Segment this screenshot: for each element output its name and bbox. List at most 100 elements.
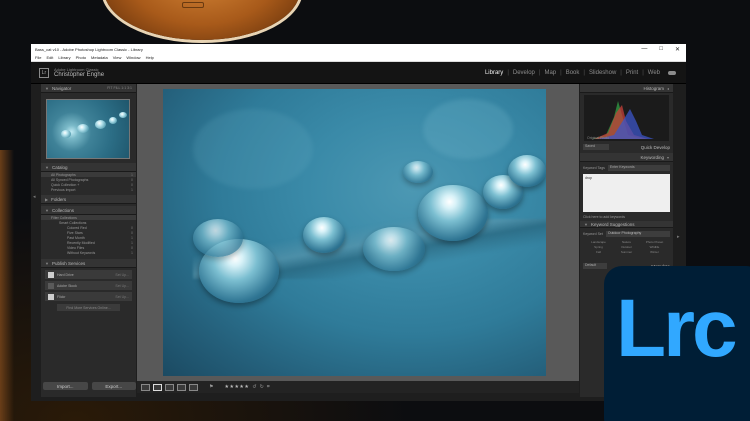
keyword-chip[interactable]: Winter xyxy=(642,250,667,254)
catalog-item-count: 0 xyxy=(131,177,133,182)
grid-view-button[interactable] xyxy=(141,383,150,391)
main-view xyxy=(137,84,579,381)
loupe-view-button[interactable] xyxy=(153,383,162,391)
metadata-preset-select[interactable]: Default xyxy=(583,263,607,269)
collection-count: 1 xyxy=(131,240,133,245)
keyword-set-select[interactable]: Outdoor Photography xyxy=(605,231,670,237)
module-book[interactable]: Book xyxy=(566,70,580,76)
minimize-button[interactable]: — xyxy=(641,46,647,53)
window-title: Bass_cat v10 - Adobe Photoshop Lightroom… xyxy=(35,46,143,52)
module-print[interactable]: Print xyxy=(626,70,638,76)
keyword-set-row[interactable]: Keyword Set Outdoor Photography xyxy=(583,230,670,238)
crop-icon[interactable]: ⌗ xyxy=(267,384,270,390)
collection-label: Five Stars xyxy=(67,230,83,235)
service-setup-link[interactable]: Set Up... xyxy=(115,284,132,288)
right-panel-toggle-icon[interactable]: ▸ xyxy=(677,234,680,240)
flag-icon[interactable]: ⚑ xyxy=(209,384,213,390)
menu-bar: File Edit Library Photo Metadata View Wi… xyxy=(31,54,686,62)
publish-services-header[interactable]: ▼ Publish Services xyxy=(41,259,136,268)
identity-bar: Lr Adobe Lightroom Classic Christopher E… xyxy=(31,62,686,84)
rotate-right-icon[interactable]: ↻ xyxy=(260,384,264,390)
catalog-item-label: All Photographs xyxy=(51,172,76,177)
keyword-suggestions-header[interactable]: ▼ Keyword Suggestions xyxy=(580,221,673,228)
navigator-header[interactable]: ▼ Navigator FIT FILL 1:1 3:1 xyxy=(41,84,136,93)
collection-label: Without Keywords xyxy=(67,250,96,255)
publish-services-title: Publish Services xyxy=(51,260,86,266)
menu-library[interactable]: Library xyxy=(58,55,70,60)
module-map[interactable]: Map xyxy=(544,70,556,76)
publish-service-row[interactable]: Hard Drive Set Up... xyxy=(45,270,132,279)
menu-edit[interactable]: Edit xyxy=(46,55,53,60)
catalog-item-label: All Synced Photographs xyxy=(51,177,89,182)
add-keywords-hint[interactable]: Click here to add keywords xyxy=(583,214,670,219)
navigator-preview[interactable] xyxy=(46,99,130,159)
collection-label: Past Month xyxy=(67,235,85,240)
close-button[interactable]: ✕ xyxy=(675,46,680,53)
export-button[interactable]: Export... xyxy=(91,382,136,390)
navigator-zoom[interactable]: FIT FILL 1:1 3:1 xyxy=(107,86,132,90)
module-library[interactable]: Library xyxy=(485,70,503,76)
catalog-header[interactable]: ▼ Catalog xyxy=(41,163,136,172)
cloud-icon[interactable] xyxy=(668,70,676,75)
people-view-button[interactable] xyxy=(189,383,198,391)
collection-label: Filter Collections xyxy=(51,215,77,220)
loupe-photo[interactable] xyxy=(163,89,546,376)
keyword-chip[interactable]: Spring xyxy=(586,245,611,249)
service-setup-link[interactable]: Set Up... xyxy=(115,273,132,277)
menu-photo[interactable]: Photo xyxy=(76,55,86,60)
rotate-left-icon[interactable]: ↺ xyxy=(252,384,256,390)
catalog-item-label: Quick Collection + xyxy=(51,182,80,187)
keyword-chip[interactable]: Photo Preset xyxy=(642,240,667,244)
navigator-title: Navigator xyxy=(51,85,72,91)
collection-item[interactable]: Without Keywords 1 xyxy=(41,250,136,255)
menu-view[interactable]: View xyxy=(113,55,122,60)
keyword-set-grid: Landscape Nature Photo Preset Spring Out… xyxy=(586,240,667,254)
catalog-item-count: 0 xyxy=(131,182,133,187)
publish-service-row[interactable]: Flickr Set Up... xyxy=(45,292,132,301)
lrc-logo-icon: Lr xyxy=(39,67,49,78)
hard-drive-icon xyxy=(48,271,54,278)
keyword-chip[interactable]: Outdoor xyxy=(614,245,639,249)
module-web[interactable]: Web xyxy=(648,70,660,76)
keyword-tags-row[interactable]: Keyword Tags Enter Keywords xyxy=(583,164,670,172)
maximize-button[interactable]: □ xyxy=(659,46,663,53)
find-more-services-button[interactable]: Find More Services Online... xyxy=(57,304,120,311)
collection-label: Video Files xyxy=(67,245,85,250)
keyword-chip[interactable]: Landscape xyxy=(586,240,611,244)
histogram: Original Photo xyxy=(584,95,669,141)
star-rating[interactable]: ★★★★★ xyxy=(224,384,249,390)
publish-service-row[interactable]: Adobe Stock Set Up... xyxy=(45,281,132,290)
folders-header[interactable]: ▶ Folders xyxy=(41,195,136,204)
keywording-header[interactable]: Keywording ▾ xyxy=(580,153,673,162)
keyword-chip[interactable]: Summer xyxy=(614,250,639,254)
module-develop[interactable]: Develop xyxy=(513,70,535,76)
menu-metadata[interactable]: Metadata xyxy=(91,55,108,60)
collection-count: 0 xyxy=(131,245,133,250)
menu-file[interactable]: File xyxy=(35,55,41,60)
keyword-tags-select[interactable]: Enter Keywords xyxy=(607,165,670,171)
module-slideshow[interactable]: Slideshow xyxy=(589,70,616,76)
keyword-chip[interactable]: Nature xyxy=(614,240,639,244)
add-keywords-text: Click here to add keywords xyxy=(583,214,626,219)
catalog-title: Catalog xyxy=(51,164,68,170)
catalog-item[interactable]: Previous Import 1 xyxy=(41,187,136,192)
keyword-suggestions-title: Keyword Suggestions xyxy=(590,221,635,227)
menu-help[interactable]: Help xyxy=(146,55,154,60)
quick-develop-row[interactable]: Saved Quick Develop xyxy=(583,143,670,151)
survey-view-button[interactable] xyxy=(177,383,186,391)
saved-preset-select[interactable]: Saved xyxy=(583,144,609,150)
folders-title: Folders xyxy=(51,196,67,202)
keyword-chip[interactable]: Fall xyxy=(586,250,611,254)
keyword-chip[interactable]: Wildlife xyxy=(642,245,667,249)
service-setup-link[interactable]: Set Up... xyxy=(115,295,132,299)
identity-plate: Adobe Lightroom Classic Christopher Engh… xyxy=(54,67,104,78)
collections-header[interactable]: ▼ Collections xyxy=(41,206,136,215)
import-button[interactable]: Import... xyxy=(43,382,88,390)
compare-view-button[interactable] xyxy=(165,383,174,391)
keyword-entry-field[interactable]: drop xyxy=(583,174,670,212)
menu-window[interactable]: Window xyxy=(126,55,140,60)
left-panel-toggle-icon[interactable]: ◂ xyxy=(33,194,37,200)
module-picker: Library | Develop | Map | Book | Slideshow | … xyxy=(485,70,686,76)
histogram-header[interactable]: Histogram ◂ xyxy=(580,84,673,93)
collection-count: 0 xyxy=(131,230,133,235)
